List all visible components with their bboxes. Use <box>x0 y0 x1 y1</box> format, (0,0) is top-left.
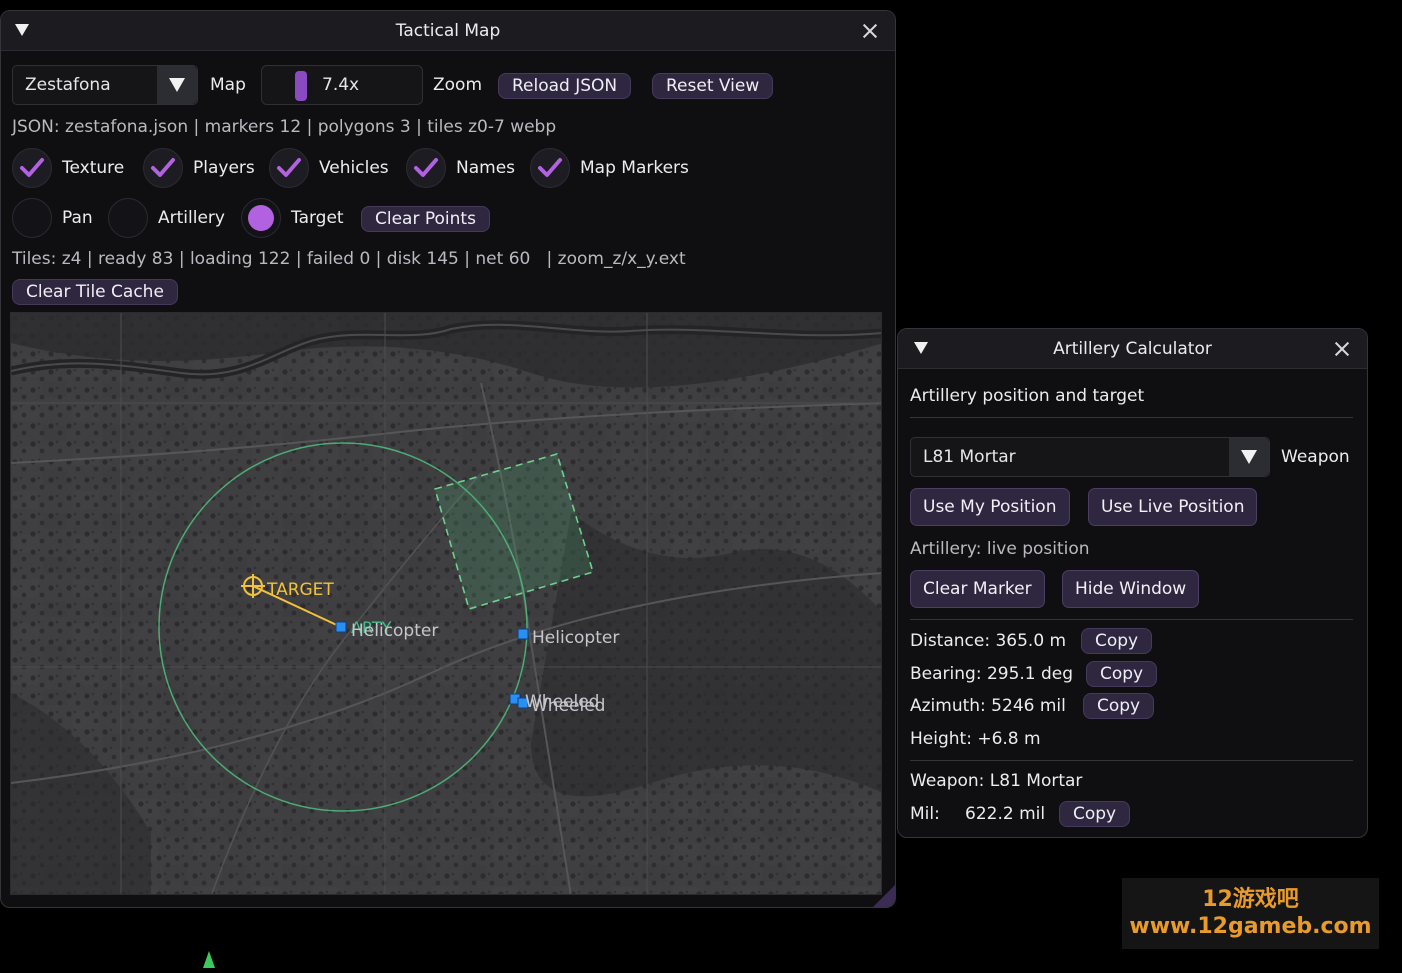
cursor-icon <box>203 951 215 968</box>
clear-points-button[interactable]: Clear Points <box>361 206 490 232</box>
divider <box>910 619 1353 620</box>
arty-marker[interactable] <box>335 621 347 633</box>
texture-checkbox[interactable] <box>12 148 52 188</box>
divider <box>910 760 1353 761</box>
azimuth-value: Azimuth: 5246 mil <box>910 696 1066 716</box>
weapon-label: Weapon <box>1281 447 1350 467</box>
window-title: Artillery Calculator <box>1053 338 1212 359</box>
target-map-label: TARGET <box>266 580 334 600</box>
hide-window-button[interactable]: Hide Window <box>1062 570 1200 608</box>
weapon-line: Weapon: L81 Mortar <box>910 771 1083 791</box>
window-title: Tactical Map <box>395 20 501 41</box>
json-info: JSON: zestafona.json | markers 12 | poly… <box>12 117 557 137</box>
tactical-map-titlebar[interactable]: Tactical Map <box>1 11 895 51</box>
map-label: Map <box>210 75 246 95</box>
vehicles-label: Vehicles <box>319 158 389 178</box>
copy-bearing-button[interactable]: Copy <box>1086 661 1158 687</box>
check-icon <box>277 158 301 177</box>
artillery-titlebar[interactable]: Artillery Calculator <box>898 329 1367 369</box>
zoom-slider[interactable]: 7.4x <box>261 65 423 105</box>
target-label: Target <box>291 208 344 228</box>
wheeled-map-label: Wheeled <box>531 696 605 716</box>
clear-marker-button[interactable]: Clear Marker <box>910 570 1045 608</box>
helicopter-marker[interactable] <box>517 628 529 640</box>
target-radio[interactable] <box>241 198 281 238</box>
helicopter-map-label: Helicopter <box>532 628 619 648</box>
check-icon <box>151 158 175 177</box>
tiles-info: Tiles: z4 | ready 83 | loading 122 | fai… <box>12 249 686 269</box>
collapse-icon[interactable] <box>15 24 29 36</box>
texture-label: Texture <box>62 158 125 178</box>
close-icon[interactable] <box>1333 340 1351 358</box>
names-checkbox[interactable] <box>406 148 446 188</box>
collapse-icon[interactable] <box>914 342 928 354</box>
watermark-line-1: 12游戏吧 <box>1202 886 1299 912</box>
mil-label: Mil: <box>910 804 940 824</box>
copy-distance-button[interactable]: Copy <box>1081 628 1153 654</box>
close-icon[interactable] <box>861 22 879 40</box>
map-markers-label: Map Markers <box>580 158 689 178</box>
map-svg[interactable]: TARGET ARTY Helicopter Helicopter Wheele… <box>11 313 882 895</box>
map-select[interactable]: Zestafona <box>12 65 198 105</box>
check-icon <box>414 158 438 177</box>
use-my-position-button[interactable]: Use My Position <box>910 488 1070 526</box>
copy-mil-button[interactable]: Copy <box>1059 801 1131 827</box>
players-label: Players <box>193 158 255 178</box>
zoom-label: Zoom <box>433 75 483 95</box>
reload-json-button[interactable]: Reload JSON <box>498 73 632 99</box>
reset-view-button[interactable]: Reset View <box>652 73 774 99</box>
tactical-map-canvas[interactable]: TARGET ARTY Helicopter Helicopter Wheele… <box>10 312 882 895</box>
artillery-label: Artillery <box>158 208 225 228</box>
pan-radio[interactable] <box>12 198 52 238</box>
artillery-calculator-window: Artillery Calculator Artillery position … <box>897 328 1368 838</box>
copy-azimuth-button[interactable]: Copy <box>1083 693 1155 719</box>
check-icon <box>20 158 44 177</box>
weapon-select[interactable]: L81 Mortar <box>910 437 1270 477</box>
divider <box>910 417 1353 418</box>
clear-tile-cache-button[interactable]: Clear Tile Cache <box>12 279 178 305</box>
zoom-slider-handle[interactable] <box>295 71 307 101</box>
section-title: Artillery position and target <box>910 386 1145 406</box>
names-label: Names <box>456 158 516 178</box>
use-live-position-button[interactable]: Use Live Position <box>1088 488 1258 526</box>
artillery-status: Artillery: live position <box>910 539 1090 559</box>
distance-value: Distance: 365.0 m <box>910 631 1067 651</box>
watermark-logo: 12游戏吧 www.12gameb.com <box>1122 878 1379 949</box>
chevron-down-icon[interactable] <box>157 66 197 104</box>
height-value: Height: +6.8 m <box>910 729 1041 749</box>
helicopter-map-label: Helicopter <box>351 621 438 641</box>
artillery-radio[interactable] <box>108 198 148 238</box>
check-icon <box>538 158 562 177</box>
zoom-value: 7.4x <box>322 75 360 95</box>
watermark-line-2: www.12gameb.com <box>1129 913 1372 939</box>
vehicles-checkbox[interactable] <box>269 148 309 188</box>
players-checkbox[interactable] <box>143 148 183 188</box>
bearing-value: Bearing: 295.1 deg <box>910 664 1074 684</box>
chevron-down-icon[interactable] <box>1229 438 1269 476</box>
mil-value: 622.2 mil <box>965 804 1046 824</box>
pan-label: Pan <box>62 208 93 228</box>
map-markers-checkbox[interactable] <box>530 148 570 188</box>
